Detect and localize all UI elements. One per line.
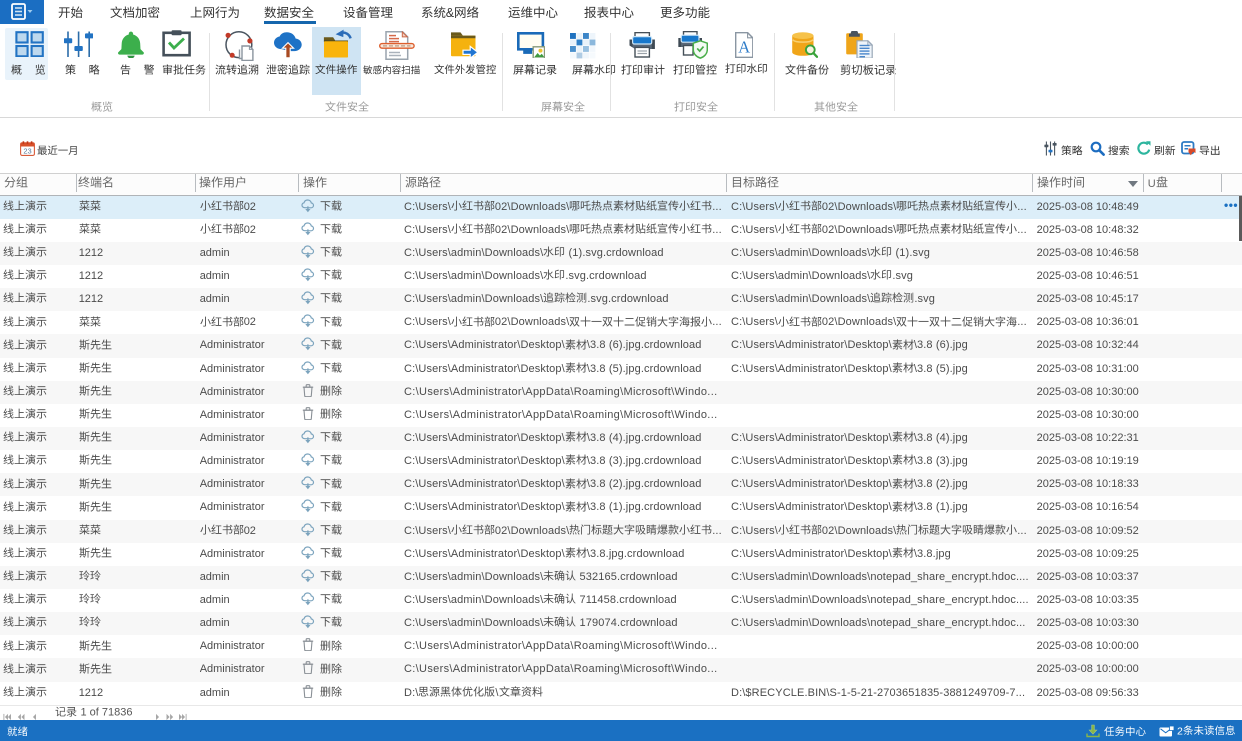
svg-text:A: A	[738, 38, 750, 57]
svg-text:23: 23	[23, 147, 31, 156]
